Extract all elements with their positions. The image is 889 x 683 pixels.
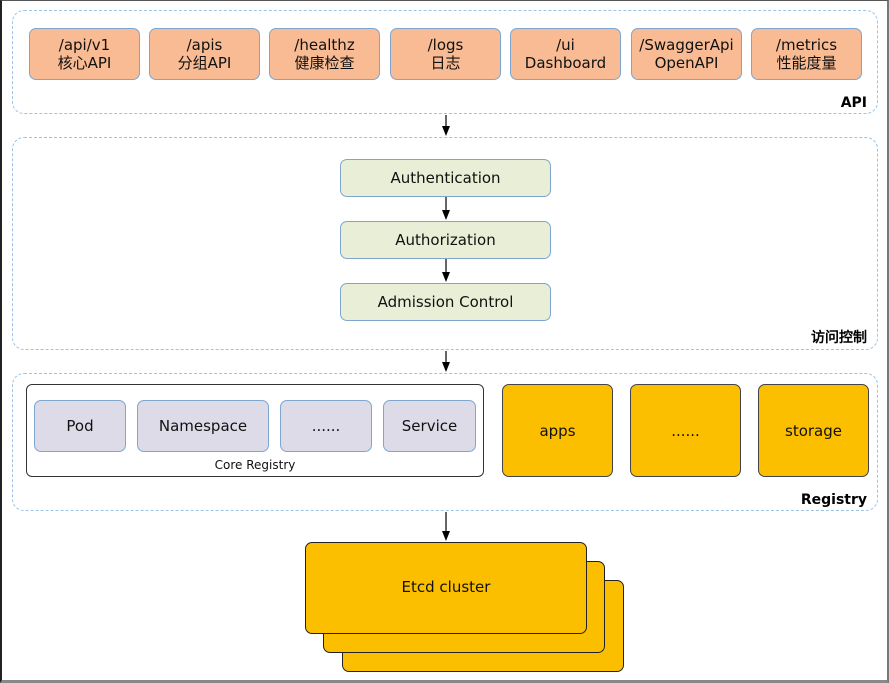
api-endpoint-logs: /logs 日志 [390,28,501,80]
core-registry: Pod Namespace ...... Service Core Regist… [26,384,484,477]
api-endpoint-metrics: /metrics 性能度量 [751,28,862,80]
access-control-label: 访问控制 [811,330,867,346]
endpoint-path: /SwaggerApi [639,36,734,54]
authentication-step: Authentication [340,159,551,197]
endpoint-desc: 日志 [430,54,461,72]
endpoint-desc: 核心API [57,54,112,72]
endpoint-desc: 性能度量 [776,54,837,72]
resource-ellipsis: ...... [280,400,372,452]
endpoint-path: /apis [186,36,223,54]
endpoint-desc: OpenAPI [654,54,719,72]
authorization-step: Authorization [340,221,551,259]
endpoint-desc: 分组API [177,54,232,72]
registry-group-storage: storage [758,384,869,477]
endpoint-path: /ui [556,36,575,54]
admission-control-step: Admission Control [340,283,551,321]
api-endpoint-healthz: /healthz 健康检查 [269,28,380,80]
etcd-node-front: Etcd cluster [305,542,587,634]
endpoint-path: /metrics [775,36,838,54]
resource-pod: Pod [34,400,126,452]
core-registry-label: Core Registry [214,458,296,472]
endpoint-path: /logs [427,36,464,54]
endpoint-desc: Dashboard [524,54,607,72]
api-endpoint-apis: /apis 分组API [149,28,260,80]
registry-group-ellipsis: ...... [630,384,741,477]
api-endpoint-swagger: /SwaggerApi OpenAPI [631,28,742,80]
resource-namespace: Namespace [137,400,269,452]
api-endpoint-ui: /ui Dashboard [510,28,621,80]
registry-group-apps: apps [502,384,613,477]
endpoint-path: /healthz [294,36,355,54]
endpoint-path: /api/v1 [58,36,111,54]
resource-service: Service [383,400,476,452]
api-endpoint-api-v1: /api/v1 核心API [29,28,140,80]
api-layer-label: API [840,95,867,111]
etcd-cluster-label: Etcd cluster [401,578,491,596]
registry-label: Registry [800,492,867,508]
endpoint-desc: 健康检查 [294,54,355,72]
